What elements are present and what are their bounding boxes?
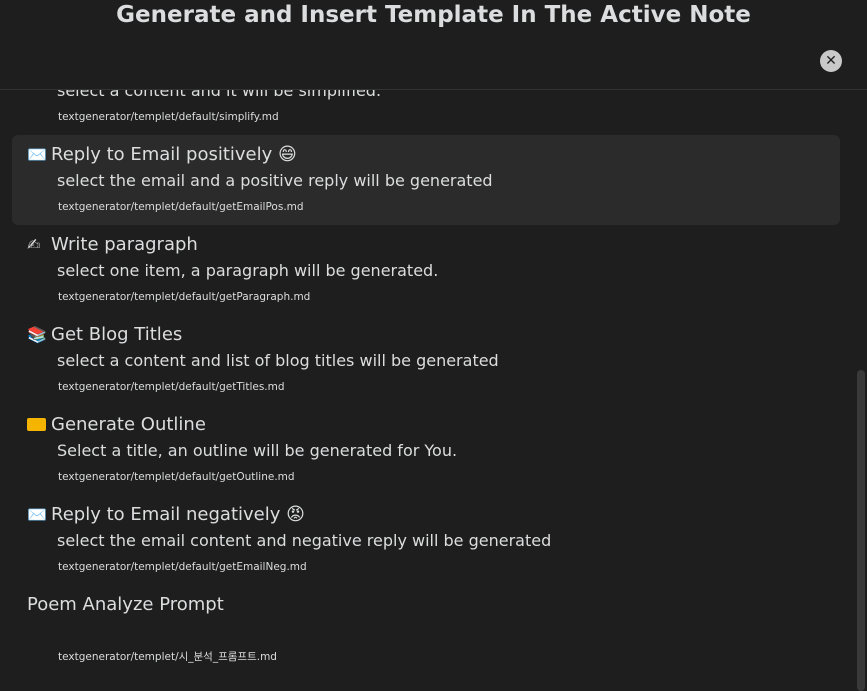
modal-title: Generate and Insert Template In The Acti… (116, 2, 751, 28)
item-description: select one item, a paragraph will be gen… (57, 261, 439, 280)
item-path: textgenerator/templet/default/getParagra… (58, 291, 311, 303)
item-title: Generate Outline (27, 413, 206, 437)
item-title: ✉️ Reply to Email negatively 😡 (27, 503, 305, 527)
item-title-text: Write paragraph (51, 234, 198, 255)
scrollbar-thumb[interactable] (857, 370, 865, 691)
list-item-simplify[interactable]: select a content and it will be simplifi… (12, 90, 840, 135)
item-title-text: Reply to Email negatively 😡 (51, 504, 305, 525)
item-title: ✉️ Reply to Email positively 😄 (27, 143, 297, 167)
envelope-icon: ✉️ (27, 505, 47, 524)
envelope-icon: ✉️ (27, 145, 47, 164)
item-title-text: Generate Outline (51, 414, 206, 435)
item-title-text: Reply to Email positively 😄 (51, 144, 297, 165)
outline-icon (27, 418, 46, 431)
item-title-text: Get Blog Titles (51, 324, 183, 345)
list-item-blog-titles[interactable]: 📚 Get Blog Titles select a content and li… (12, 315, 840, 405)
item-description: select the email content and negative re… (57, 531, 552, 550)
item-path: textgenerator/templet/default/simplify.m… (58, 111, 279, 123)
scrollbar-track[interactable] (856, 90, 867, 691)
list-item-paragraph[interactable]: ✍ Write paragraph select one item, a para… (12, 225, 840, 315)
item-description: select the email and a positive reply wi… (57, 171, 493, 190)
books-icon: 📚 (27, 325, 47, 344)
item-title: Poem Analyze Prompt (27, 593, 224, 617)
list-item-email-negative[interactable]: ✉️ Reply to Email negatively 😡 select the… (12, 495, 840, 585)
item-description: select a content and list of blog titles… (57, 351, 499, 370)
item-path: textgenerator/templet/default/getOutline… (58, 471, 295, 483)
item-description: select a content and it will be simplifi… (57, 90, 382, 100)
item-path: textgenerator/templet/default/getEmailPo… (58, 201, 304, 213)
item-title: ✍ Write paragraph (27, 233, 198, 257)
close-icon[interactable]: ✕ (820, 50, 842, 72)
item-title-text: Poem Analyze Prompt (27, 594, 224, 615)
item-title: 📚 Get Blog Titles (27, 323, 182, 347)
template-list[interactable]: select a content and it will be simplifi… (0, 90, 850, 691)
list-item-outline[interactable]: Generate Outline Select a title, an outl… (12, 405, 840, 495)
item-description: Select a title, an outline will be gener… (57, 441, 458, 460)
item-path: textgenerator/templet/default/getEmailNe… (58, 561, 307, 573)
template-picker-modal: Generate and Insert Template In The Acti… (0, 0, 867, 691)
list-item-email-positive[interactable]: ✉️ Reply to Email positively 😄 select the… (12, 135, 840, 225)
item-path: textgenerator/templet/시_분석_프롬프트.md (58, 651, 277, 663)
writing-hand-icon: ✍ (27, 235, 41, 254)
item-path: textgenerator/templet/default/getTitles.… (58, 381, 285, 393)
list-item-poem-analyze[interactable]: Poem Analyze Prompt textgenerator/temple… (12, 585, 840, 675)
